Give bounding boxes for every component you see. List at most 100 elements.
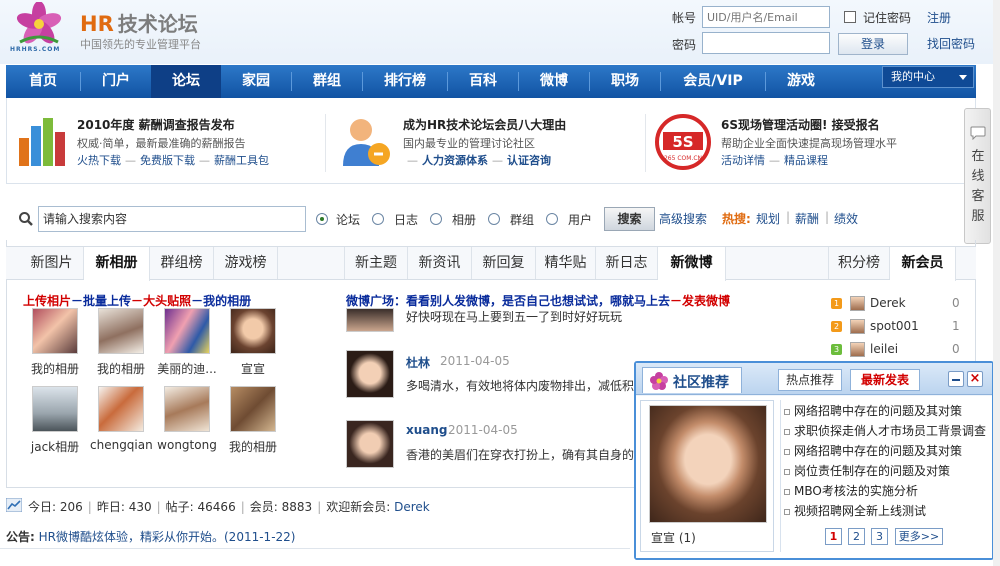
promo-link[interactable]: 人力资源体系 xyxy=(422,154,488,167)
promo-link[interactable]: 免费版下载 xyxy=(140,154,195,167)
weibo-post-text[interactable]: 好快呀现在马上要到五一了到时好好玩玩 xyxy=(406,308,622,325)
tab-featured-posts[interactable]: 精华贴 xyxy=(536,247,596,279)
tab-new-members[interactable]: 新会员 xyxy=(890,247,956,281)
album-thumb[interactable]: 我的相册 xyxy=(222,386,284,455)
member-row[interactable]: 3 leilei 0 xyxy=(828,340,968,360)
avatar[interactable] xyxy=(850,319,865,334)
weibo-headline-text[interactable]: 微博广场：看看别人发微博，是否自己也想试试，哪就马上去 xyxy=(346,294,670,308)
member-name[interactable]: leilei xyxy=(870,342,898,356)
album-caption[interactable]: 我的相册 xyxy=(222,438,284,455)
photo-sticker-link[interactable]: 大头贴照 xyxy=(143,294,191,308)
search-option-user-radio[interactable] xyxy=(546,213,558,225)
featured-caption[interactable]: 宣宣 (1) xyxy=(651,529,696,546)
album-caption[interactable]: jack相册 xyxy=(24,438,86,455)
promo-title[interactable]: 成为HR技术论坛会员八大理由 xyxy=(403,116,566,133)
login-button[interactable]: 登录 xyxy=(838,33,908,55)
member-name[interactable]: spot001 xyxy=(870,319,919,333)
hot-term-link[interactable]: 薪酬 xyxy=(795,210,819,227)
featured-photo[interactable] xyxy=(649,405,767,523)
recommend-item[interactable]: 求职侦探走俏人才市场员工背景调查 xyxy=(784,422,986,442)
weibo-post-text[interactable]: 香港的美眉们在穿衣打扮上，确有其自身的 xyxy=(406,446,634,463)
album-thumb[interactable]: 我的相册 xyxy=(24,308,86,377)
album-photo[interactable] xyxy=(164,308,210,354)
hot-term-link[interactable]: 规划 xyxy=(756,210,780,227)
promo-link[interactable]: 认证咨询 xyxy=(507,154,551,167)
promo-title[interactable]: 2010年度 薪酬调查报告发布 xyxy=(77,116,235,133)
forgot-password-link[interactable]: 找回密码 xyxy=(927,35,975,52)
search-input[interactable]: 请输入搜索内容 xyxy=(38,206,306,232)
nav-item-vip[interactable]: 会员/VIP xyxy=(661,65,765,98)
search-option-group-radio[interactable] xyxy=(488,213,500,225)
tab-new-replies[interactable]: 新回复 xyxy=(472,247,536,279)
recommend-item[interactable]: 网络招聘中存在的问题及其对策 xyxy=(784,402,962,422)
album-thumb[interactable]: jack相册 xyxy=(24,386,86,455)
register-link[interactable]: 注册 xyxy=(927,9,951,26)
promo-link[interactable]: 薪酬工具包 xyxy=(214,154,269,167)
nav-item-portal[interactable]: 门户 xyxy=(81,65,151,98)
search-option-group[interactable]: 群组 xyxy=(510,211,534,228)
remember-label[interactable]: 记住密码 xyxy=(863,9,911,26)
album-caption[interactable]: 我的相册 xyxy=(90,360,152,377)
promo-link[interactable]: 活动详情 xyxy=(721,154,765,167)
page-button-2[interactable]: 2 xyxy=(848,528,865,545)
announcement-link[interactable]: HR微博酷炫体验，精彩从你开始。(2011-1-22) xyxy=(39,530,296,544)
nav-item-weibo[interactable]: 微博 xyxy=(519,65,589,98)
album-caption[interactable]: wongtong xyxy=(156,438,218,452)
member-row[interactable]: 1 Derek 0 xyxy=(828,294,968,314)
post-weibo-link[interactable]: 发表微博 xyxy=(682,294,730,308)
site-logo[interactable]: HRHRS.COM xyxy=(10,2,72,56)
album-caption[interactable]: 美丽的迪... xyxy=(156,360,218,377)
album-photo[interactable] xyxy=(230,308,276,354)
hot-term-link[interactable]: 绩效 xyxy=(834,210,858,227)
member-name[interactable]: Derek xyxy=(870,296,906,310)
avatar[interactable] xyxy=(346,308,394,332)
promo-link[interactable]: 精品课程 xyxy=(784,154,828,167)
minimize-icon[interactable] xyxy=(948,371,964,387)
advanced-search-link[interactable]: 高级搜索 xyxy=(659,210,707,227)
nav-item-rankings[interactable]: 排行榜 xyxy=(363,65,447,98)
search-option-album-radio[interactable] xyxy=(430,213,442,225)
avatar[interactable] xyxy=(346,350,394,398)
album-photo[interactable] xyxy=(98,386,144,432)
promo-link[interactable]: 火热下载 xyxy=(77,154,121,167)
batch-upload-link[interactable]: 批量上传 xyxy=(83,294,131,308)
album-photo[interactable] xyxy=(32,308,78,354)
search-option-forum[interactable]: 论坛 xyxy=(336,211,360,228)
nav-item-games[interactable]: 游戏 xyxy=(766,65,836,98)
album-photo[interactable] xyxy=(98,308,144,354)
search-option-user[interactable]: 用户 xyxy=(568,211,592,228)
recommend-item[interactable]: 岗位责任制存在的问题及对策 xyxy=(784,462,950,482)
search-option-blog-radio[interactable] xyxy=(372,213,384,225)
tab-new-albums[interactable]: 新相册 xyxy=(84,247,150,281)
album-caption[interactable]: 宣宣 xyxy=(222,360,284,377)
album-photo[interactable] xyxy=(164,386,210,432)
recommend-item[interactable]: MBO考核法的实施分析 xyxy=(784,482,918,502)
weibo-post-user[interactable]: 杜林 xyxy=(406,354,430,371)
avatar[interactable] xyxy=(850,296,865,311)
nav-item-forum[interactable]: 论坛 xyxy=(151,65,221,98)
nav-item-home-space[interactable]: 家园 xyxy=(221,65,291,98)
password-input[interactable] xyxy=(702,32,830,54)
tab-points-ranking[interactable]: 积分榜 xyxy=(828,247,890,279)
remember-checkbox[interactable] xyxy=(844,11,856,23)
search-button[interactable]: 搜索 xyxy=(604,207,655,231)
search-option-blog[interactable]: 日志 xyxy=(394,211,418,228)
tab-hot-recommend[interactable]: 热点推荐 xyxy=(778,369,842,391)
upload-photo-link[interactable]: 上传相片 xyxy=(23,294,71,308)
album-caption[interactable]: chengqiang xyxy=(90,438,152,452)
avatar[interactable] xyxy=(346,420,394,468)
tab-new-news[interactable]: 新资讯 xyxy=(408,247,472,279)
album-thumb[interactable]: 美丽的迪... xyxy=(156,308,218,377)
featured-album[interactable]: 宣宣 (1) xyxy=(640,400,774,552)
album-thumb[interactable]: 宣宣 xyxy=(222,308,284,377)
weibo-post-text[interactable]: 多喝清水，有效地将体内废物排出，减低积 xyxy=(406,377,634,394)
account-input[interactable] xyxy=(702,6,830,28)
page-scrollbar[interactable] xyxy=(993,0,1000,566)
more-button[interactable]: 更多>> xyxy=(895,528,943,545)
nav-item-career[interactable]: 职场 xyxy=(590,65,660,98)
avatar[interactable] xyxy=(850,342,865,357)
tab-group-ranking[interactable]: 群组榜 xyxy=(150,247,214,279)
promo-title[interactable]: 6S现场管理活动圈! 接受报名 xyxy=(721,116,880,133)
nav-item-groups[interactable]: 群组 xyxy=(292,65,362,98)
newest-member-link[interactable]: Derek xyxy=(394,500,430,514)
